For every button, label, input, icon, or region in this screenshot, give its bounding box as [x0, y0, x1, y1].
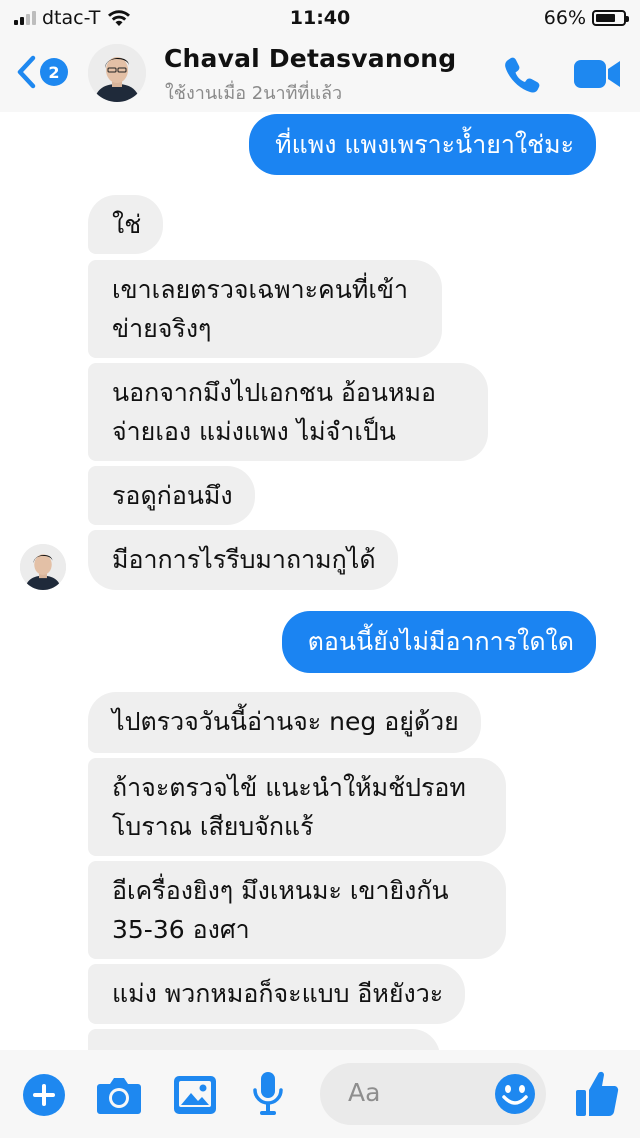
message-list[interactable]: ที่แพง แพงเพราะน้ำยาใช่มะ ใช่ เขาเลยตรวจ…	[0, 112, 640, 1050]
status-bar: dtac-T 11:40 66%	[0, 0, 640, 36]
contact-avatar[interactable]	[88, 44, 146, 102]
back-button[interactable]: 2	[14, 54, 68, 90]
video-camera-icon[interactable]	[572, 56, 622, 92]
back-chevron-icon	[17, 55, 36, 89]
phone-icon[interactable]	[500, 52, 544, 96]
unread-count-badge: 2	[40, 58, 68, 86]
conversation-header: 2 Chaval Detasvanong ใช้งานเมื่อ 2นาทีที…	[0, 36, 640, 112]
incoming-message[interactable]: ไปตรวจวันนี้อ่านจะ neg อยู่ด้วย	[88, 692, 481, 753]
contact-name[interactable]: Chaval Detasvanong	[164, 44, 456, 73]
incoming-message[interactable]: ใช่	[88, 195, 164, 254]
message-input[interactable]: Aa	[320, 1063, 546, 1125]
microphone-icon[interactable]	[252, 1070, 284, 1118]
incoming-message-partial[interactable]	[88, 1029, 440, 1050]
person-avatar-icon	[20, 544, 66, 590]
emoji-icon[interactable]	[494, 1073, 536, 1115]
image-icon[interactable]	[172, 1074, 218, 1116]
incoming-message[interactable]: รอดูก่อนมึง	[88, 466, 255, 525]
contact-active-status: ใช้งานเมื่อ 2นาทีที่แล้ว	[165, 83, 343, 104]
battery-percent: 66%	[543, 7, 586, 29]
status-right: 66%	[543, 7, 629, 29]
thumbs-up-icon[interactable]	[574, 1068, 620, 1118]
message-input-placeholder: Aa	[348, 1078, 381, 1107]
plus-icon[interactable]	[22, 1073, 66, 1117]
incoming-message[interactable]: ถ้าจะตรวจไข้ แนะนำให้มช้ปรอท โบราณ เสียบ…	[88, 758, 506, 856]
incoming-message[interactable]: อีเครื่องยิงๆ มึงเหนมะ เขายิงกัน 35-36 อ…	[88, 861, 506, 959]
battery-icon	[592, 10, 629, 26]
incoming-message[interactable]: แม่ง พวกหมอก็จะแบบ อีหยังวะ	[88, 964, 466, 1024]
person-avatar-icon	[88, 44, 146, 102]
camera-icon[interactable]	[96, 1074, 142, 1116]
incoming-message[interactable]: นอกจากมึงไปเอกชน อ้อนหมอ จ่ายเอง แม่งแพง…	[88, 363, 488, 461]
sender-avatar[interactable]	[20, 544, 66, 590]
message-composer: Aa	[0, 1050, 640, 1138]
incoming-message[interactable]: มีอาการไรรีบมาถามกูได้	[88, 530, 398, 590]
outgoing-message[interactable]: ที่แพง แพงเพราะน้ำยาใช่มะ	[249, 114, 596, 175]
incoming-message[interactable]: เขาเลยตรวจเฉพาะคนที่เข้า ข่ายจริงๆ	[88, 260, 442, 358]
outgoing-message[interactable]: ตอนนี้ยังไม่มีอาการใดใด	[281, 611, 596, 673]
